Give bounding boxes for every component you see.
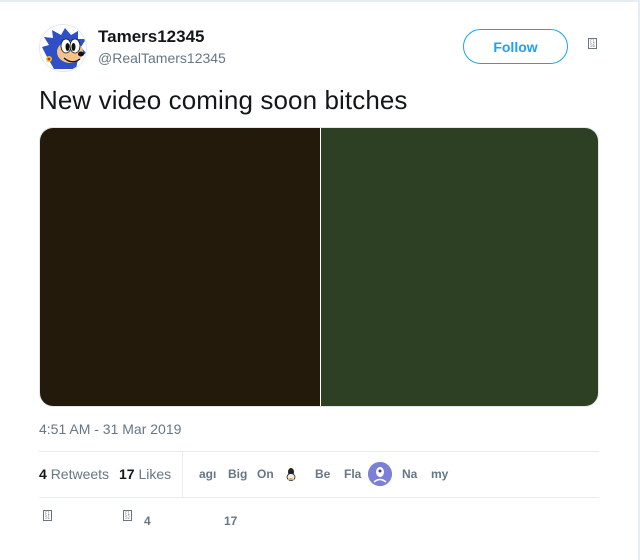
tweet-timestamp[interactable]: 4:51 AM - 31 Mar 2019 — [39, 421, 181, 437]
retweets-stat[interactable]: 4 Retweets — [39, 466, 109, 482]
likes-stat[interactable]: 17 Likes — [119, 466, 171, 482]
like-action-count[interactable]: 17 — [224, 514, 237, 528]
retweets-label: Retweets — [50, 466, 110, 482]
stats-top-divider — [39, 451, 599, 452]
sonic-avatar-icon — [40, 25, 86, 71]
author-display-name[interactable]: Tamers12345 — [98, 27, 205, 47]
more-options-caret-icon[interactable]: F1 56 — [588, 38, 597, 49]
liker-avatar-7-icon — [368, 462, 392, 486]
liker-avatar-4-icon[interactable] — [286, 467, 296, 481]
likes-label: Likes — [138, 466, 172, 482]
reply-icon[interactable]: F1 51 — [43, 510, 52, 521]
liker-avatar-7[interactable] — [368, 462, 392, 486]
actions-top-divider — [39, 497, 599, 498]
stats-separator — [182, 452, 183, 497]
liker-avatar-8[interactable]: Na — [402, 467, 417, 481]
liker-avatar-3[interactable]: On — [257, 467, 274, 481]
retweet-icon[interactable]: F1 52 — [123, 510, 132, 521]
media-image-left[interactable] — [40, 128, 320, 406]
liker-avatar-9[interactable]: my — [431, 467, 448, 481]
author-avatar[interactable] — [39, 24, 87, 72]
tweet-media[interactable] — [39, 127, 599, 407]
likes-count: 17 — [119, 466, 135, 482]
retweet-action-count[interactable]: 4 — [144, 514, 151, 528]
liker-avatar-2[interactable]: Big — [228, 467, 247, 481]
author-handle[interactable]: @RealTamers12345 — [98, 50, 226, 66]
liker-avatar-5[interactable]: Be — [315, 467, 330, 481]
retweets-count: 4 — [39, 466, 47, 482]
follow-button[interactable]: Follow — [463, 29, 568, 64]
tweet-text: New video coming soon bitches — [39, 85, 408, 115]
top-border — [0, 0, 640, 2]
liker-avatar-1[interactable]: agı — [199, 467, 216, 481]
liker-avatar-6[interactable]: Fla — [344, 467, 361, 481]
media-image-right[interactable] — [321, 128, 598, 406]
